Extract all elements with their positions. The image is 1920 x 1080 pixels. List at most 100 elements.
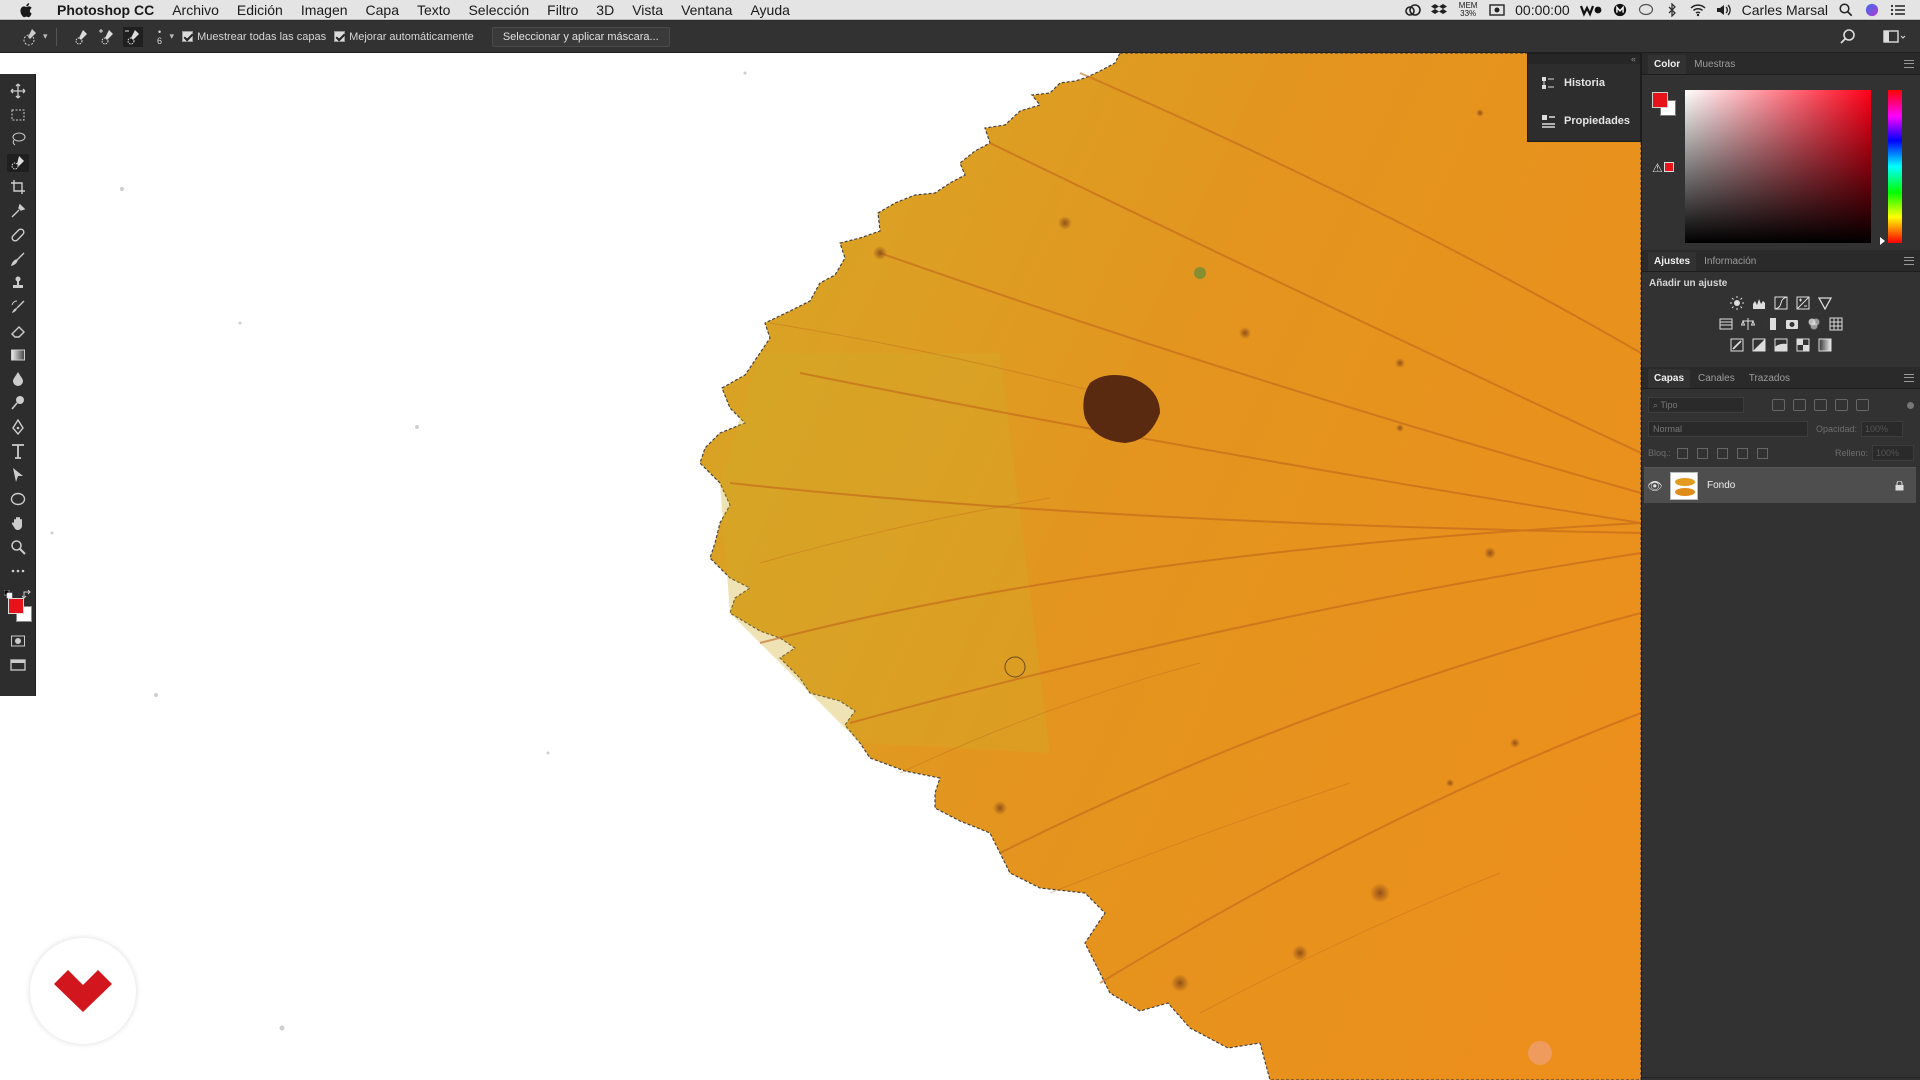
select-and-mask-button[interactable]: Seleccionar y aplicar máscara...	[491, 26, 670, 47]
gradient-tool[interactable]	[7, 346, 29, 364]
marquee-tool[interactable]	[7, 106, 29, 124]
type-tool[interactable]	[7, 442, 29, 460]
dodge-tool[interactable]	[7, 394, 29, 412]
malwarebytes-icon[interactable]	[1612, 3, 1628, 17]
eraser-tool[interactable]	[7, 322, 29, 340]
gradient-map-icon[interactable]	[1818, 338, 1832, 352]
tab-info[interactable]: Información	[1698, 252, 1762, 271]
quick-mask-mode[interactable]	[7, 632, 29, 650]
move-tool[interactable]	[7, 82, 29, 100]
menu-capa[interactable]: Capa	[357, 0, 408, 20]
filter-smart-objects-icon[interactable]	[1856, 399, 1869, 411]
spotlight-search-icon[interactable]	[1838, 2, 1854, 17]
filter-type-layers-icon[interactable]	[1814, 399, 1827, 411]
menu-archivo[interactable]: Archivo	[163, 0, 228, 20]
color-swatches[interactable]	[3, 590, 32, 622]
brush-size-picker[interactable]: • 6	[153, 27, 167, 46]
search-icon[interactable]	[1838, 27, 1858, 47]
lock-image-pixels-icon[interactable]	[1697, 447, 1709, 459]
foreground-color-swatch[interactable]	[7, 598, 24, 614]
tab-color[interactable]: Color	[1648, 55, 1687, 74]
memory-indicator[interactable]: MEM 33%	[1457, 1, 1479, 18]
menu-filtro[interactable]: Filtro	[538, 0, 587, 20]
menu-seleccion[interactable]: Selección	[459, 0, 538, 20]
hue-slider-marker[interactable]	[1880, 237, 1885, 245]
tab-channels[interactable]: Canales	[1692, 369, 1741, 388]
workspace-switcher-icon[interactable]	[1882, 27, 1906, 47]
lock-transparent-pixels-icon[interactable]	[1677, 447, 1689, 459]
selective-color-icon[interactable]	[1796, 338, 1810, 352]
exposure-icon[interactable]	[1796, 296, 1810, 310]
filter-pixel-layers-icon[interactable]	[1772, 399, 1785, 411]
add-to-selection-brush-icon[interactable]	[97, 27, 117, 47]
lock-icon[interactable]	[1895, 480, 1904, 491]
menu-texto[interactable]: Texto	[408, 0, 459, 20]
gamut-correction-swatch[interactable]	[1664, 162, 1674, 172]
filter-shape-layers-icon[interactable]	[1835, 399, 1848, 411]
channel-mixer-icon[interactable]	[1807, 317, 1821, 331]
edit-toolbar[interactable]	[7, 562, 29, 580]
wifi-icon[interactable]	[1690, 3, 1706, 17]
layers-panel-menu-icon[interactable]	[1904, 374, 1914, 382]
brush-tool[interactable]	[7, 250, 29, 268]
layer-name[interactable]: Fondo	[1707, 480, 1735, 491]
out-of-gamut-warning-icon[interactable]: ⚠	[1652, 161, 1663, 175]
color-lookup-icon[interactable]	[1829, 317, 1843, 331]
chevron-down-icon[interactable]: ▾	[43, 31, 48, 42]
path-selection-tool[interactable]	[7, 466, 29, 484]
auto-enhance-option[interactable]: Mejorar automáticamente	[334, 31, 474, 43]
subtract-from-selection-brush-icon[interactable]	[122, 26, 143, 47]
creative-cloud-icon[interactable]	[1405, 3, 1421, 17]
adjustments-panel-menu-icon[interactable]	[1904, 257, 1914, 265]
screen-record-icon[interactable]	[1489, 3, 1505, 17]
lock-artboard-icon[interactable]	[1737, 447, 1749, 459]
properties-panel-button[interactable]: Propiedades	[1528, 102, 1640, 140]
healing-brush-tool[interactable]	[7, 226, 29, 244]
threshold-icon[interactable]	[1774, 338, 1788, 352]
eyedropper-tool[interactable]	[7, 202, 29, 220]
blur-tool[interactable]	[7, 370, 29, 388]
sample-all-layers-checkbox[interactable]	[182, 31, 194, 42]
auto-enhance-checkbox[interactable]	[334, 31, 346, 42]
crop-tool[interactable]	[7, 178, 29, 196]
bluetooth-icon[interactable]	[1664, 2, 1680, 17]
vibrance-icon[interactable]	[1817, 296, 1833, 311]
notification-center-icon[interactable]	[1890, 3, 1906, 17]
screen-mode[interactable]	[7, 656, 29, 674]
menu-vista[interactable]: Vista	[623, 0, 672, 20]
apple-menu-icon[interactable]	[18, 1, 36, 19]
curves-icon[interactable]	[1774, 296, 1788, 310]
blend-mode-select[interactable]: Normal	[1648, 421, 1808, 437]
foreground-color-swatch[interactable]	[1652, 92, 1668, 108]
filter-toggle-icon[interactable]	[1907, 401, 1914, 409]
menu-ventana[interactable]: Ventana	[672, 0, 741, 20]
color-field-picker[interactable]	[1685, 90, 1871, 243]
quick-selection-tool[interactable]	[6, 154, 29, 172]
levels-icon[interactable]	[1752, 296, 1766, 310]
hand-tool[interactable]	[7, 514, 29, 532]
hue-slider[interactable]	[1888, 90, 1902, 243]
history-brush-tool[interactable]	[7, 298, 29, 316]
lock-position-icon[interactable]	[1717, 447, 1729, 459]
layer-filter-kind-select[interactable]: ⌕ Tipo	[1648, 397, 1744, 413]
tab-swatches[interactable]: Muestras	[1688, 55, 1741, 74]
user-name[interactable]: Carles Marsal	[1742, 2, 1828, 18]
invert-icon[interactable]	[1730, 338, 1744, 352]
tab-paths[interactable]: Trazados	[1743, 369, 1796, 388]
hue-saturation-icon[interactable]	[1719, 317, 1733, 331]
history-panel-button[interactable]: Historia	[1528, 64, 1640, 102]
brightness-contrast-icon[interactable]	[1730, 296, 1744, 310]
chat-bubble-icon[interactable]	[1638, 3, 1654, 17]
sample-all-layers-option[interactable]: Muestrear todas las capas	[182, 31, 326, 43]
layer-row[interactable]: 👁 Fondo	[1644, 467, 1916, 503]
wacom-icon[interactable]	[1579, 3, 1602, 17]
quick-selection-tool-preset-icon[interactable]	[18, 26, 40, 48]
color-balance-icon[interactable]	[1740, 317, 1756, 331]
menu-ayuda[interactable]: Ayuda	[741, 0, 798, 20]
color-panel-menu-icon[interactable]	[1904, 60, 1914, 68]
menu-imagen[interactable]: Imagen	[292, 0, 357, 20]
fill-input[interactable]: 100%	[1872, 445, 1914, 461]
tab-adjustments[interactable]: Ajustes	[1648, 252, 1697, 271]
eye-icon[interactable]: 👁	[1644, 479, 1666, 493]
dropbox-icon[interactable]	[1431, 3, 1448, 17]
